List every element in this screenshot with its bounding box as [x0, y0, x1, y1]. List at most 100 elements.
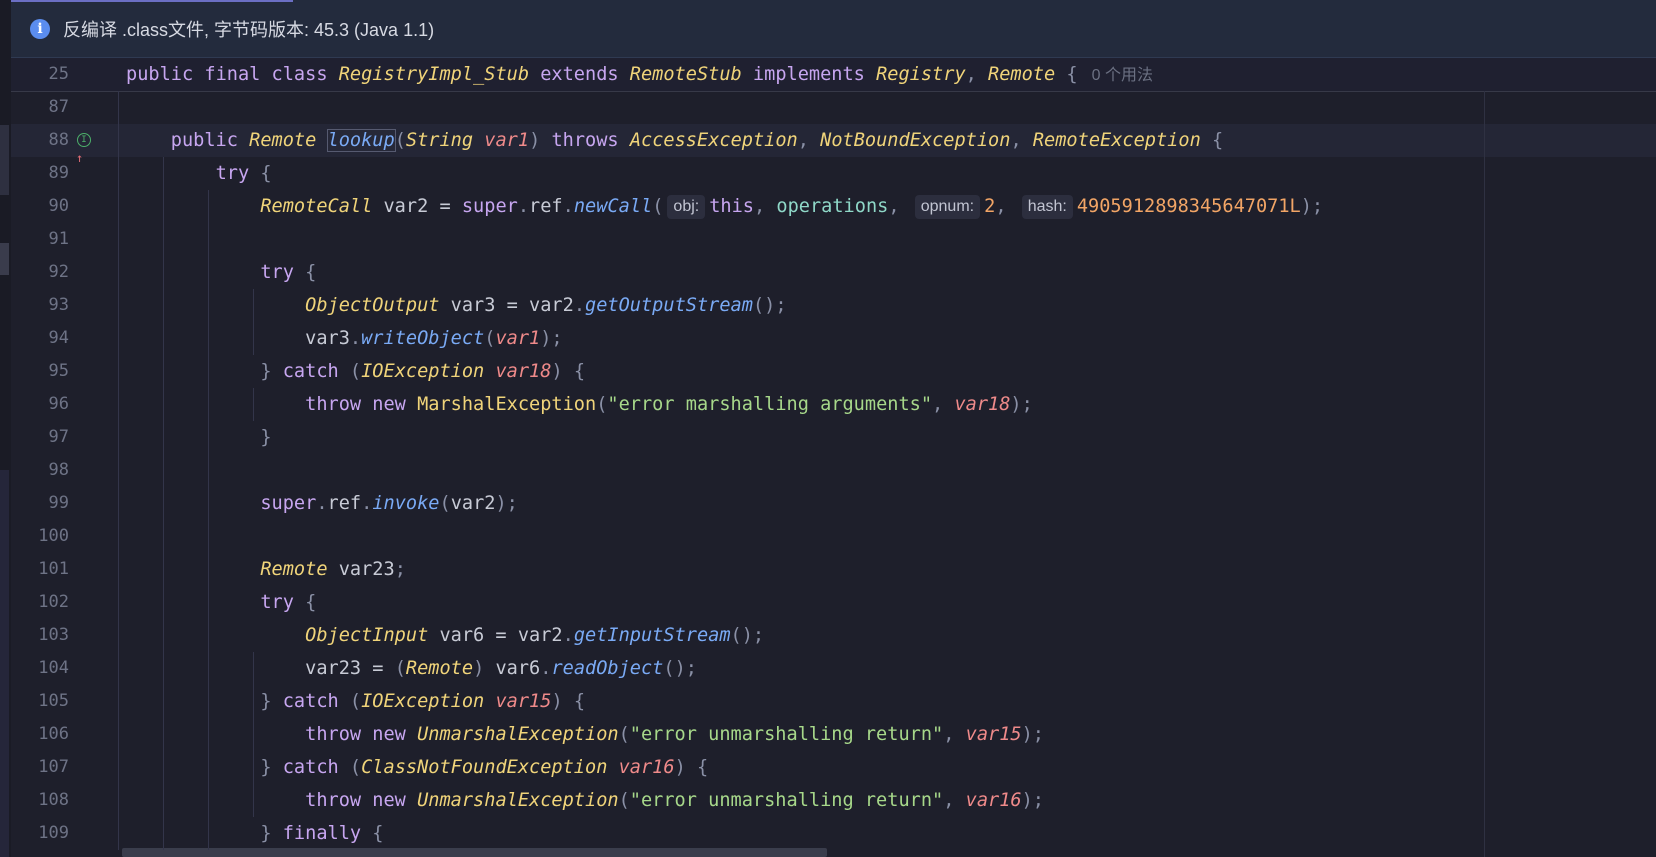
parameter-hint: obj:	[667, 195, 706, 219]
code-text: try {	[126, 256, 316, 289]
code-line[interactable]: 98	[11, 454, 1656, 487]
code-line[interactable]: 108 throw new UnmarshalException("error …	[11, 784, 1656, 817]
code-line[interactable]: 92 try {	[11, 256, 1656, 289]
code-token: try	[215, 163, 261, 184]
code-text: ObjectInput var6 = var2.getInputStream()…	[126, 619, 764, 652]
indent-guide	[208, 190, 209, 850]
code-token: public	[170, 130, 250, 151]
implements-method-icon[interactable]: I↑	[76, 131, 95, 165]
line-number[interactable]: 98	[11, 454, 69, 487]
line-number[interactable]: 108	[11, 784, 69, 817]
code-line[interactable]: 103 ObjectInput var6 = var2.getInputStre…	[11, 619, 1656, 652]
indent-guide	[253, 652, 254, 718]
sticky-class-header[interactable]: 25 public final class RegistryImpl_Stub e…	[11, 58, 1656, 92]
line-number[interactable]: 89	[11, 157, 69, 190]
code-line[interactable]: 97 }	[11, 421, 1656, 454]
code-token: AccessException	[629, 130, 798, 151]
code-token: (	[394, 658, 406, 679]
line-number[interactable]: 103	[11, 619, 69, 652]
line-number[interactable]: 104	[11, 652, 69, 685]
code-line[interactable]: 100	[11, 520, 1656, 553]
code-token: );	[495, 493, 518, 514]
code-line[interactable]: 88 I↑ public Remote lookup(String var1) t…	[11, 124, 1656, 165]
code-line[interactable]: 89 try {	[11, 157, 1656, 190]
code-token: IOException	[361, 361, 496, 382]
line-number[interactable]: 92	[11, 256, 69, 289]
indent-guide	[253, 718, 254, 784]
code-token: (	[652, 196, 664, 217]
code-token: .	[562, 625, 574, 646]
code-token: ) {	[551, 361, 586, 382]
code-line[interactable]: 105 } catch (IOException var15) {	[11, 685, 1656, 718]
code-line[interactable]: 95 } catch (IOException var18) {	[11, 355, 1656, 388]
line-number[interactable]: 102	[11, 586, 69, 619]
code-token: "error unmarshalling return"	[629, 724, 944, 745]
code-token: .	[517, 196, 530, 217]
code-token: throw new	[305, 724, 418, 745]
code-line[interactable]: 104 var23 = (Remote) var6.readObject();	[11, 652, 1656, 685]
line-number[interactable]: 93	[11, 289, 69, 322]
code-line[interactable]: 96 throw new MarshalException("error mar…	[11, 388, 1656, 421]
horizontal-scrollbar[interactable]	[122, 848, 827, 857]
code-token: implements	[741, 64, 877, 85]
line-number[interactable]: 90	[11, 190, 69, 223]
code-token: "error marshalling arguments"	[607, 394, 933, 415]
line-number[interactable]: 99	[11, 487, 69, 520]
line-number[interactable]: 100	[11, 520, 69, 553]
code-text: }	[126, 421, 271, 454]
info-icon: i	[30, 18, 50, 39]
code-token: 2	[984, 196, 996, 217]
code-token: var3 = var2	[439, 295, 574, 316]
code-line[interactable]: 94 var3.writeObject(var1);	[11, 322, 1656, 355]
line-number[interactable]: 106	[11, 718, 69, 751]
code-token: ,	[797, 130, 821, 151]
code-token: public	[126, 64, 205, 85]
line-number[interactable]: 25	[11, 58, 69, 91]
code-text: try {	[126, 157, 272, 190]
code-token: String	[405, 130, 485, 151]
code-token: UnmarshalException	[417, 790, 619, 811]
code-token: var2	[450, 493, 496, 514]
code-line[interactable]: 109 } finally {	[11, 817, 1656, 850]
indent-guide	[253, 289, 254, 355]
code-line[interactable]: 101 Remote var23;	[11, 553, 1656, 586]
line-number[interactable]: 105	[11, 685, 69, 718]
banner-message: 反编译 .class文件, 字节码版本: 45.3 (Java 1.1)	[63, 19, 435, 40]
code-token: getInputStream	[573, 625, 731, 646]
code-line[interactable]: 99 super.ref.invoke(var2);	[11, 487, 1656, 520]
line-number[interactable]: 91	[11, 223, 69, 256]
usage-count-hint[interactable]: 0 个用法	[1092, 67, 1153, 84]
code-line[interactable]: 106 throw new UnmarshalException("error …	[11, 718, 1656, 751]
line-number[interactable]: 101	[11, 553, 69, 586]
code-text: } finally {	[126, 817, 383, 850]
code-text: RemoteCall var2 = super.ref.newCall(obj:…	[126, 190, 1323, 223]
code-token: ObjectInput	[305, 625, 429, 646]
code-line[interactable]: 87	[11, 91, 1656, 124]
code-line[interactable]: 93 ObjectOutput var3 = var2.getOutputStr…	[11, 289, 1656, 322]
code-token: getOutputStream	[585, 295, 753, 316]
code-line[interactable]: 91	[11, 223, 1656, 256]
code-token: finally	[282, 823, 373, 844]
line-number[interactable]: 87	[11, 91, 69, 124]
code-token: MarshalException	[417, 394, 597, 415]
line-number[interactable]: 96	[11, 388, 69, 421]
line-number[interactable]: 94	[11, 322, 69, 355]
line-number[interactable]: 107	[11, 751, 69, 784]
code-line[interactable]: 107 } catch (ClassNotFoundException var1…	[11, 751, 1656, 784]
code-token: (	[596, 394, 608, 415]
code-editor[interactable]: 25 public final class RegistryImpl_Stub e…	[11, 58, 1656, 857]
code-line[interactable]: 102 try {	[11, 586, 1656, 619]
code-token: {	[260, 163, 272, 184]
code-text: throw new UnmarshalException("error unma…	[126, 718, 1044, 751]
line-number[interactable]: 88	[11, 124, 69, 157]
line-number[interactable]: 95	[11, 355, 69, 388]
line-number[interactable]: 97	[11, 421, 69, 454]
line-number[interactable]: 109	[11, 817, 69, 850]
code-token: .	[316, 493, 328, 514]
code-line[interactable]: 90 RemoteCall var2 = super.ref.newCall(o…	[11, 190, 1656, 223]
